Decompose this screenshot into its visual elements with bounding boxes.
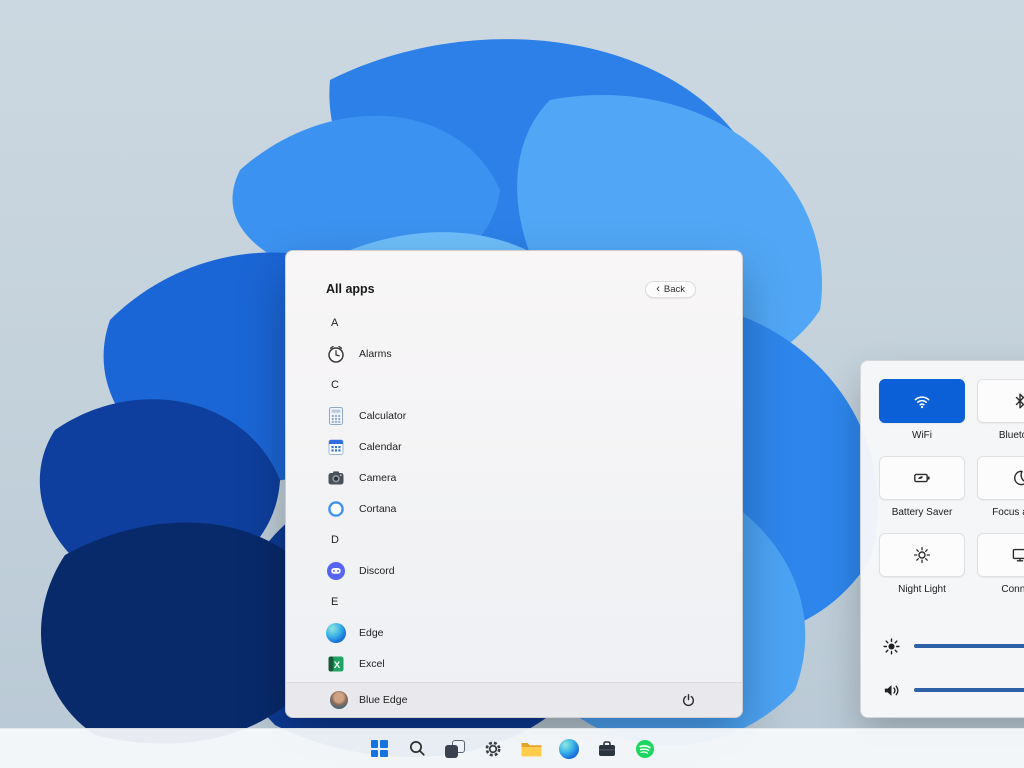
windows-start-icon bbox=[371, 740, 388, 757]
connect-toggle-button[interactable] bbox=[977, 533, 1024, 577]
focus-moon-icon bbox=[1010, 468, 1024, 488]
taskbar-briefcase-button[interactable] bbox=[594, 736, 620, 762]
app-item-cortana[interactable]: Cortana bbox=[326, 493, 742, 524]
battery-saver-label: Battery Saver bbox=[879, 507, 965, 519]
section-letter-c[interactable]: C bbox=[326, 369, 742, 400]
battery-saver-toggle-button[interactable] bbox=[879, 456, 965, 500]
alarm-clock-icon bbox=[326, 344, 346, 364]
discord-icon bbox=[326, 561, 346, 581]
battery-saver-icon bbox=[912, 468, 932, 488]
briefcase-icon bbox=[597, 740, 617, 758]
cortana-ring-icon bbox=[326, 499, 346, 519]
power-button[interactable] bbox=[678, 690, 698, 710]
back-button[interactable]: ‹ Back bbox=[645, 281, 696, 298]
taskbar-search-button[interactable] bbox=[404, 736, 430, 762]
avatar bbox=[330, 691, 348, 709]
app-label: Alarms bbox=[359, 348, 392, 360]
search-icon bbox=[408, 739, 427, 758]
taskbar-edge-button[interactable] bbox=[556, 736, 582, 762]
app-label: Discord bbox=[359, 565, 395, 577]
connect-screen-icon bbox=[1010, 545, 1024, 565]
app-label: Calendar bbox=[359, 441, 402, 453]
app-label: Edge bbox=[359, 627, 384, 639]
user-name: Blue Edge bbox=[359, 694, 407, 706]
back-button-label: Back bbox=[664, 284, 685, 295]
wifi-toggle-button[interactable] bbox=[879, 379, 965, 423]
toggle-wifi: WiFi bbox=[879, 379, 977, 442]
night-light-toggle-button[interactable] bbox=[879, 533, 965, 577]
calculator-icon bbox=[326, 406, 346, 426]
taskbar-task-view-button[interactable] bbox=[442, 736, 468, 762]
quick-settings-grid: WiFi Bluetooth Battery bbox=[879, 379, 1024, 596]
wifi-icon bbox=[912, 391, 932, 411]
app-label: Cortana bbox=[359, 503, 396, 515]
camera-icon bbox=[326, 468, 346, 488]
start-menu-panel: All apps ‹ Back A Alarms C bbox=[285, 250, 743, 718]
edge-icon bbox=[326, 623, 346, 643]
excel-icon: X bbox=[326, 654, 346, 674]
night-light-label: Night Light bbox=[879, 584, 965, 596]
taskbar bbox=[0, 728, 1024, 768]
focus-assist-label: Focus assist bbox=[977, 507, 1024, 519]
speaker-icon bbox=[881, 680, 901, 700]
brightness-slider[interactable] bbox=[914, 644, 1024, 648]
section-letter-a[interactable]: A bbox=[326, 307, 742, 338]
app-item-calendar[interactable]: Calendar bbox=[326, 431, 742, 462]
all-apps-title: All apps bbox=[326, 282, 375, 296]
toggle-connect: Connect bbox=[977, 533, 1024, 596]
settings-gear-icon bbox=[483, 739, 503, 759]
start-menu-user-bar: Blue Edge bbox=[286, 682, 742, 717]
app-item-edge[interactable]: Edge bbox=[326, 617, 742, 648]
brightness-slider-row bbox=[879, 624, 1024, 668]
taskbar-spotify-button[interactable] bbox=[632, 736, 658, 762]
bluetooth-icon bbox=[1010, 391, 1024, 411]
calendar-icon bbox=[326, 437, 346, 457]
app-item-excel[interactable]: X Excel bbox=[326, 648, 742, 679]
night-light-sun-icon bbox=[912, 545, 932, 565]
connect-label: Connect bbox=[977, 584, 1024, 596]
svg-text:X: X bbox=[334, 659, 341, 670]
spotify-icon bbox=[635, 739, 655, 759]
all-apps-list: A Alarms C bbox=[286, 303, 742, 682]
volume-slider-row bbox=[879, 668, 1024, 712]
toggle-focus-assist: Focus assist bbox=[977, 456, 1024, 519]
start-menu-header: All apps ‹ Back bbox=[286, 251, 742, 303]
app-label: Excel bbox=[359, 658, 385, 670]
folder-icon bbox=[520, 740, 542, 758]
volume-slider[interactable] bbox=[914, 688, 1024, 692]
brightness-sun-icon bbox=[881, 636, 901, 656]
quick-settings-panel: WiFi Bluetooth Battery bbox=[860, 360, 1024, 718]
bluetooth-toggle-button[interactable] bbox=[977, 379, 1024, 423]
app-item-discord[interactable]: Discord bbox=[326, 555, 742, 586]
taskbar-file-explorer-button[interactable] bbox=[518, 736, 544, 762]
app-label: Camera bbox=[359, 472, 396, 484]
app-label: Calculator bbox=[359, 410, 406, 422]
wifi-label: WiFi bbox=[879, 430, 965, 442]
edge-icon bbox=[559, 739, 579, 759]
chevron-left-icon: ‹ bbox=[656, 284, 660, 295]
power-icon bbox=[681, 693, 696, 708]
toggle-battery-saver: Battery Saver bbox=[879, 456, 977, 519]
toggle-bluetooth: Bluetooth bbox=[977, 379, 1024, 442]
app-item-camera[interactable]: Camera bbox=[326, 462, 742, 493]
user-profile[interactable]: Blue Edge bbox=[330, 691, 407, 709]
app-item-alarms[interactable]: Alarms bbox=[326, 338, 742, 369]
bluetooth-label: Bluetooth bbox=[977, 430, 1024, 442]
app-item-calculator[interactable]: Calculator bbox=[326, 400, 742, 431]
desktop: All apps ‹ Back A Alarms C bbox=[0, 0, 1024, 768]
taskbar-start-button[interactable] bbox=[366, 736, 392, 762]
focus-assist-toggle-button[interactable] bbox=[977, 456, 1024, 500]
task-view-icon bbox=[445, 740, 465, 758]
section-letter-d[interactable]: D bbox=[326, 524, 742, 555]
section-letter-e[interactable]: E bbox=[326, 586, 742, 617]
taskbar-settings-button[interactable] bbox=[480, 736, 506, 762]
toggle-night-light: Night Light bbox=[879, 533, 977, 596]
